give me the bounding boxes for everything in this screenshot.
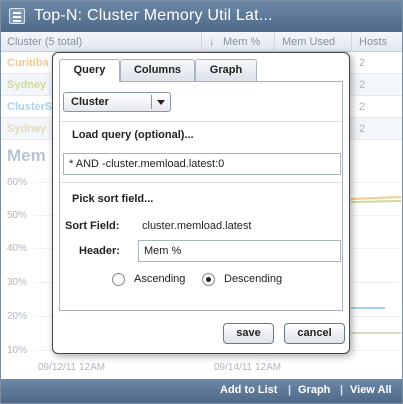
column-header-cluster[interactable]: Cluster (5 total) — [7, 36, 82, 48]
series-line — [351, 200, 401, 203]
graph-link[interactable]: Graph — [298, 384, 330, 396]
table-header: Cluster (5 total) ↓ Mem % Mem Used Hosts — [1, 32, 402, 52]
hosts-count: 2 — [359, 101, 366, 113]
save-button[interactable]: save — [223, 323, 274, 344]
ascending-label[interactable]: Ascending — [134, 273, 185, 285]
y-tick-label: 10% — [7, 345, 28, 356]
descending-radio[interactable] — [202, 273, 215, 286]
title-bar: Top-N: Cluster Memory Util Lat... — [1, 1, 402, 32]
window-title: Top-N: Cluster Memory Util Lat... — [34, 7, 273, 24]
header-input[interactable] — [138, 240, 341, 262]
pick-sort-label: Pick sort field... — [72, 193, 154, 205]
chart-title: Mem — [7, 146, 46, 165]
cluster-name: Sydney — [7, 123, 47, 135]
footer-bar: Add to List | Graph | View All — [1, 379, 402, 403]
y-tick-label: 40% — [7, 243, 28, 254]
add-to-list-link[interactable]: Add to List — [220, 384, 277, 396]
column-header-mem-pct[interactable]: Mem % — [223, 36, 260, 48]
y-tick-label: 60% — [7, 177, 28, 188]
query-dialog: Query Columns Graph Cluster Load query (… — [52, 52, 350, 354]
cluster-name: ClusterS — [7, 101, 53, 113]
cluster-name: Sydney — [7, 79, 47, 91]
hosts-count: 2 — [359, 123, 366, 135]
hosts-count: 2 — [359, 79, 366, 91]
sort-arrow-icon: ↓ — [209, 36, 215, 48]
cancel-button[interactable]: cancel — [284, 323, 345, 344]
y-tick-label: 20% — [7, 311, 28, 322]
cluster-name: Curitiba — [7, 57, 49, 69]
y-tick-label: 50% — [7, 210, 28, 221]
x-tick-label: 09/14/11 12AM — [214, 362, 282, 373]
x-tick-label: 09/12/11 12AM — [38, 362, 106, 373]
y-tick-label: 30% — [7, 277, 28, 288]
tab-query[interactable]: Query — [59, 59, 120, 82]
ascending-radio[interactable] — [112, 273, 125, 286]
chart-series-lines — [351, 196, 401, 334]
load-query-label: Load query (optional)... — [72, 129, 194, 141]
chevron-down-icon — [157, 100, 165, 105]
hosts-count: 2 — [359, 57, 366, 69]
sort-field-value: cluster.memload.latest — [142, 220, 252, 232]
entity-type-value: Cluster — [71, 96, 109, 108]
query-input[interactable] — [63, 153, 341, 175]
column-header-mem-used[interactable]: Mem Used — [282, 36, 335, 48]
header-label: Header: — [79, 245, 120, 257]
tab-columns[interactable]: Columns — [120, 59, 195, 81]
entity-type-select[interactable]: Cluster — [63, 92, 171, 112]
list-icon — [9, 8, 25, 24]
column-header-hosts[interactable]: Hosts — [359, 36, 387, 48]
series-line — [351, 196, 401, 200]
tab-graph[interactable]: Graph — [195, 59, 257, 81]
view-all-link[interactable]: View All — [350, 384, 392, 396]
sort-field-label: Sort Field: — [65, 220, 120, 232]
descending-label[interactable]: Descending — [224, 273, 282, 285]
